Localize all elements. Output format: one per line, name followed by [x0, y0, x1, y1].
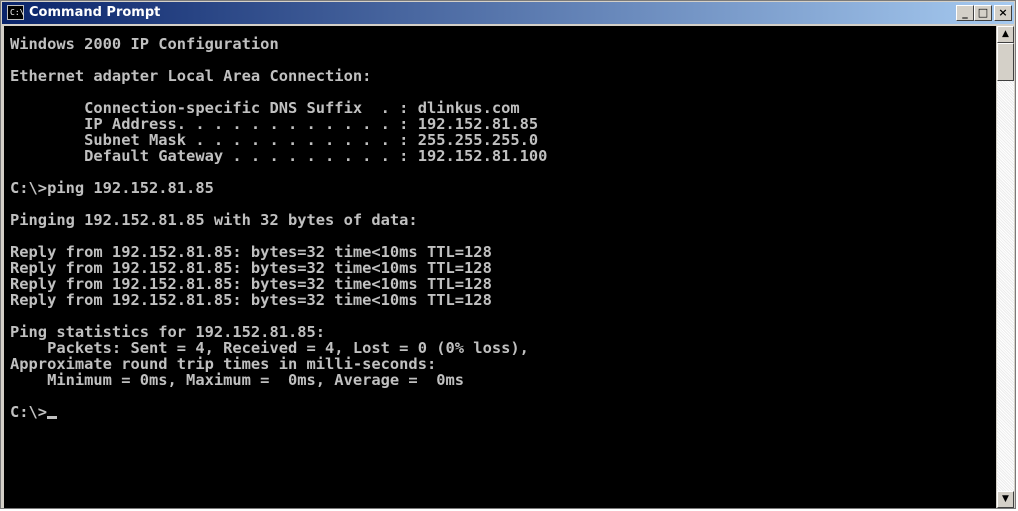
window-controls: _ □ × — [956, 5, 1012, 22]
command-prompt-line[interactable]: C:\> — [10, 404, 996, 420]
maximize-button[interactable]: □ — [974, 5, 992, 21]
window-title: Command Prompt — [29, 5, 161, 20]
console-line: Default Gateway . . . . . . . . . : 192.… — [10, 147, 548, 165]
console-line: Subnet Mask . . . . . . . . . . . : 255.… — [10, 131, 539, 149]
console-line: Reply from 192.152.81.85: bytes=32 time<… — [10, 243, 492, 261]
console-line: Reply from 192.152.81.85: bytes=32 time<… — [10, 259, 492, 277]
console-line: Ethernet adapter Local Area Connection: — [10, 67, 372, 85]
console-line: Ping statistics for 192.152.81.85: — [10, 323, 326, 341]
minimize-button[interactable]: _ — [956, 5, 974, 21]
console-line: Approximate round trip times in milli-se… — [10, 355, 437, 373]
scrollbar-thumb[interactable] — [997, 43, 1014, 81]
console-output[interactable]: Windows 2000 IP Configuration Ethernet a… — [4, 26, 996, 508]
console-line: C:\>ping 192.152.81.85 — [10, 179, 214, 197]
console-line: Reply from 192.152.81.85: bytes=32 time<… — [10, 275, 492, 293]
command-prompt-window: C:\ Command Prompt _ □ × Windows 2000 IP… — [0, 0, 1016, 509]
vertical-scrollbar[interactable]: ▲ ▼ — [997, 26, 1014, 508]
console-line: Reply from 192.152.81.85: bytes=32 time<… — [10, 291, 492, 309]
console-line: Connection-specific DNS Suffix . : dlink… — [10, 99, 520, 117]
text-cursor — [47, 416, 58, 419]
console-line: IP Address. . . . . . . . . . . . : 192.… — [10, 115, 539, 133]
console-line: Packets: Sent = 4, Received = 4, Lost = … — [10, 339, 529, 357]
close-button[interactable]: × — [994, 5, 1012, 21]
prompt-text: C:\> — [10, 403, 48, 421]
scroll-up-button[interactable]: ▲ — [997, 26, 1014, 43]
scroll-down-button[interactable]: ▼ — [997, 491, 1014, 508]
console-line: Windows 2000 IP Configuration — [10, 35, 279, 53]
cmd-icon[interactable]: C:\ — [7, 5, 24, 20]
console-line: Pinging 192.152.81.85 with 32 bytes of d… — [10, 211, 418, 229]
console-line: Minimum = 0ms, Maximum = 0ms, Average = … — [10, 371, 465, 389]
title-bar[interactable]: C:\ Command Prompt _ □ × — [2, 2, 1014, 24]
